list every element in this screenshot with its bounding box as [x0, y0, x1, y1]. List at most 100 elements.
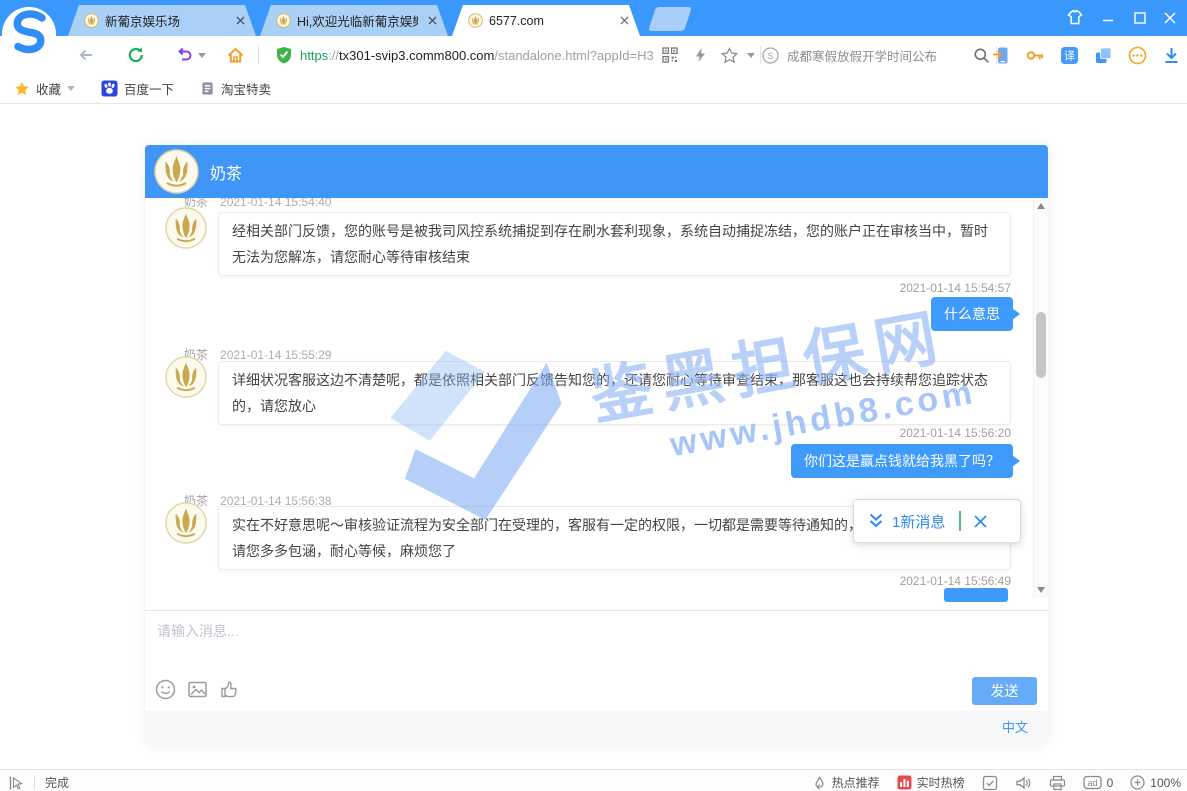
chat-widget: 奶茶 奶茶2021-01-14 15:54:40 经相关部门反馈，您的账号是被我… — [145, 145, 1048, 745]
popup-close-icon[interactable] — [973, 514, 988, 529]
new-tab-button[interactable] — [648, 7, 692, 31]
tab-bar: 新葡京娱乐场 Hi,欢迎光临新葡京娱樂場 6577.com — [0, 0, 1187, 36]
search-box[interactable]: S 成都寒假放假开学时间公布 — [762, 36, 990, 74]
browser-window: 新葡京娱乐场 Hi,欢迎光临新葡京娱樂場 6577.com — [0, 0, 1187, 791]
status-left: 完成 — [8, 774, 69, 791]
new-message-popup[interactable]: 1新消息 — [853, 499, 1021, 543]
password-key-icon[interactable] — [1026, 46, 1045, 65]
status-right: 热点推荐 实时热榜 ad 0 100% — [812, 774, 1181, 791]
image-upload-icon[interactable] — [187, 679, 208, 700]
scroll-down-icon[interactable] — [1037, 587, 1045, 593]
agent-message: 详细状况客服这边不清楚呢，都是依照相关部门反馈告知您的，还请您耐心等待审查结束，… — [218, 361, 1011, 425]
ad-block-icon: ad — [1083, 775, 1102, 790]
trending-chart-icon — [897, 775, 912, 790]
bookmark-baidu[interactable]: 百度一下 — [101, 79, 174, 98]
translate-icon[interactable]: 译 — [1060, 46, 1079, 65]
bookmark-label: 百度一下 — [124, 79, 174, 98]
tab-close-icon[interactable] — [616, 13, 632, 29]
undo-navigation-button[interactable] — [170, 36, 198, 74]
user-message-time: 2021-01-14 15:56:49 — [900, 574, 1011, 588]
printer-icon[interactable] — [1049, 775, 1066, 791]
thumbs-up-icon[interactable] — [219, 679, 240, 700]
user-message-bubble-clipped — [944, 588, 1008, 602]
back-button[interactable] — [72, 36, 100, 74]
undo-dropdown-caret-icon[interactable] — [196, 36, 208, 74]
message-composer: 发送 — [145, 610, 1048, 711]
address-bar[interactable]: https://tx301-svip3.comm800.com/standalo… — [276, 36, 654, 74]
tab-close-icon[interactable] — [232, 13, 248, 29]
close-window-button[interactable] — [1155, 0, 1185, 36]
status-separator — [34, 775, 35, 790]
page-load-status: 完成 — [45, 774, 69, 791]
minimize-button[interactable] — [1093, 0, 1123, 36]
home-button[interactable] — [220, 36, 250, 74]
search-query[interactable]: 成都寒假放假开学时间公布 — [787, 46, 965, 65]
hot-recommendations[interactable]: 热点推荐 — [812, 774, 880, 791]
popup-divider — [959, 511, 961, 531]
new-message-label[interactable]: 1新消息 — [892, 511, 945, 532]
sogou-browser-logo-icon[interactable] — [2, 5, 60, 63]
url-text[interactable]: https://tx301-svip3.comm800.com/standalo… — [300, 48, 654, 63]
send-button[interactable]: 发送 — [972, 677, 1037, 705]
tab-label: 6577.com — [489, 14, 610, 28]
trending-list[interactable]: 实时热榜 — [897, 774, 965, 791]
tab-label: Hi,欢迎光临新葡京娱樂場 — [297, 11, 418, 30]
chat-scrollbar[interactable] — [1033, 198, 1048, 598]
tab-6577[interactable]: 6577.com — [452, 5, 640, 36]
chat-message-area[interactable]: 奶茶2021-01-14 15:54:40 经相关部门反馈，您的账号是被我司风控… — [145, 198, 1048, 610]
tab-xinpujing[interactable]: 新葡京娱乐场 — [68, 5, 256, 36]
svg-text:译: 译 — [1064, 49, 1075, 62]
message-input[interactable] — [155, 619, 1019, 673]
agent-message: 经相关部门反馈，您的账号是被我司风控系统捕捉到存在刷水套利现象，系统自动捕捉冻结… — [218, 212, 1011, 276]
pages-collection-icon[interactable] — [1094, 46, 1113, 65]
toolbar-separator — [760, 46, 761, 64]
more-menu-smiley-icon[interactable] — [1128, 46, 1147, 65]
chat-footer: 中文 — [145, 711, 1048, 745]
bookmarks-bar: 收藏 百度一下 淘宝特卖 — [0, 74, 1187, 104]
send-to-phone-icon[interactable] — [992, 46, 1011, 65]
language-link[interactable]: 中文 — [1002, 711, 1028, 745]
maximize-button[interactable] — [1125, 0, 1155, 36]
skin-theme-button[interactable] — [1060, 0, 1090, 36]
search-magnifier-icon[interactable] — [973, 47, 990, 64]
lightning-speed-icon[interactable] — [688, 36, 712, 74]
url-scheme-suffix: :// — [328, 48, 339, 63]
url-host: tx301-svip3.comm800.com — [339, 48, 494, 63]
bookmark-taobao[interactable]: 淘宝特卖 — [200, 79, 271, 98]
scrollbar-thumb[interactable] — [1036, 312, 1046, 378]
crown-favicon-icon — [276, 13, 291, 28]
tab-close-icon[interactable] — [424, 13, 440, 29]
agent-avatar — [165, 207, 207, 249]
emoji-icon[interactable] — [155, 679, 176, 700]
user-message-time: 2021-01-14 15:54:57 — [900, 281, 1011, 295]
favorite-star-icon[interactable] — [716, 36, 742, 74]
tab-welcome[interactable]: Hi,欢迎光临新葡京娱樂場 — [260, 5, 448, 36]
favorites-menu[interactable]: 收藏 — [14, 79, 75, 98]
user-message-time: 2021-01-14 15:56:20 — [900, 426, 1011, 440]
qr-code-icon[interactable] — [658, 36, 682, 74]
svg-text:ad: ad — [1087, 778, 1097, 788]
address-dropdown-caret-icon[interactable] — [744, 36, 758, 74]
message-time: 2021-01-14 15:54:40 — [220, 198, 331, 209]
agent-name: 奶茶 — [210, 160, 242, 184]
ad-blocker[interactable]: ad 0 — [1083, 775, 1114, 790]
bookmark-label: 淘宝特卖 — [221, 79, 271, 98]
zoom-control[interactable]: 100% — [1130, 775, 1181, 790]
refresh-button[interactable] — [122, 36, 150, 74]
download-icon[interactable] — [1162, 46, 1181, 65]
status-bar: 完成 热点推荐 实时热榜 ad 0 100% — [0, 769, 1187, 791]
document-icon — [200, 81, 215, 96]
task-check-icon[interactable] — [982, 775, 998, 791]
agent-avatar — [165, 356, 207, 398]
element-picker-icon[interactable] — [8, 775, 24, 791]
url-path: /standalone.html?appId=H3 — [494, 48, 653, 63]
favorites-caret-icon — [67, 86, 75, 91]
scroll-up-icon[interactable] — [1037, 203, 1045, 209]
double-chevron-down-icon[interactable] — [866, 511, 886, 531]
message-time: 2021-01-14 15:55:29 — [220, 348, 331, 362]
url-scheme: https — [300, 48, 328, 63]
speaker-icon[interactable] — [1015, 775, 1032, 791]
security-shield-icon — [276, 46, 292, 64]
composer-toolbar — [155, 679, 240, 700]
trending-label: 实时热榜 — [917, 774, 965, 791]
